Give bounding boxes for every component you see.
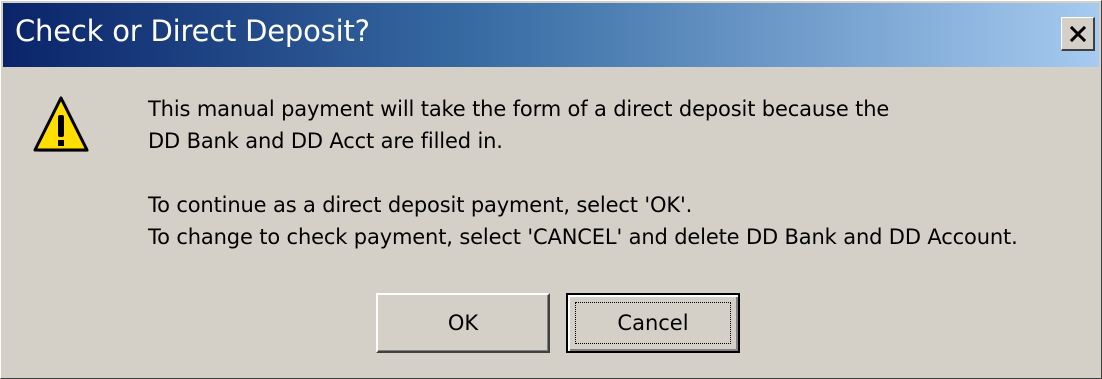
message-line-1: This manual payment will take the form o… [148,97,890,121]
message-line-2: DD Bank and DD Acct are filled in. [148,129,503,153]
cancel-button[interactable]: Cancel [566,293,740,353]
warning-icon [33,96,89,152]
message-line-4: To change to check payment, select 'CANC… [148,225,1018,249]
title-bar[interactable]: Check or Direct Deposit? [3,3,1099,67]
cancel-button-label: Cancel [617,311,689,335]
ok-button-label: OK [447,311,479,335]
message-dialog: Check or Direct Deposit? This manual pay… [0,0,1102,379]
ok-button[interactable]: OK [376,293,550,353]
dialog-title: Check or Direct Deposit? [15,14,370,48]
close-icon [1070,26,1086,42]
message-line-3: To continue as a direct deposit payment,… [148,193,693,217]
close-button[interactable] [1061,17,1095,51]
